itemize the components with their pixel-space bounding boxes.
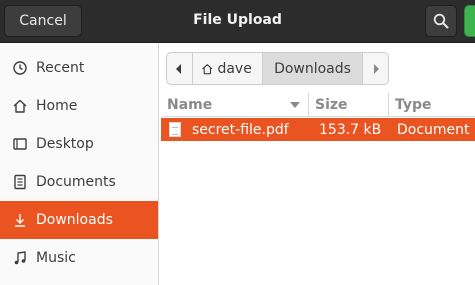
sidebar-item-label: Documents bbox=[36, 174, 116, 190]
breadcrumb-home[interactable]: dave bbox=[193, 53, 263, 84]
sidebar: Recent Home Desktop Documents Downloads … bbox=[0, 43, 159, 285]
sidebar-item-label: Music bbox=[36, 250, 76, 266]
dialog-title: File Upload bbox=[193, 12, 282, 28]
file-type: Document bbox=[397, 121, 470, 138]
download-icon bbox=[12, 212, 28, 228]
clock-icon bbox=[12, 60, 28, 76]
path-forward-button[interactable] bbox=[362, 53, 388, 84]
path-back-button[interactable] bbox=[167, 53, 193, 84]
column-label: Name bbox=[167, 97, 213, 113]
desktop-icon bbox=[12, 136, 28, 152]
sort-descending-icon bbox=[290, 102, 300, 108]
breadcrumb-label: Downloads bbox=[274, 60, 351, 77]
file-list-header: Name Size Type bbox=[161, 93, 475, 117]
chevron-left-icon bbox=[176, 63, 182, 74]
sidebar-item-home[interactable]: Home bbox=[0, 87, 158, 125]
search-icon bbox=[433, 13, 449, 29]
column-header-size[interactable]: Size bbox=[309, 93, 389, 117]
path-bar: dave Downloads bbox=[166, 52, 389, 85]
header-bar: Cancel File Upload bbox=[0, 0, 475, 43]
sidebar-item-label: Home bbox=[36, 98, 78, 114]
sidebar-item-label: Desktop bbox=[36, 136, 94, 152]
sidebar-item-label: Downloads bbox=[36, 212, 113, 228]
file-name-cell: secret-file.pdf bbox=[169, 118, 309, 141]
document-icon bbox=[12, 174, 28, 190]
breadcrumb-downloads[interactable]: Downloads bbox=[262, 53, 363, 84]
breadcrumb-label: dave bbox=[217, 60, 252, 77]
sidebar-item-documents[interactable]: Documents bbox=[0, 163, 158, 201]
home-icon bbox=[12, 98, 28, 114]
sidebar-item-recent[interactable]: Recent bbox=[0, 49, 158, 87]
sidebar-item-music[interactable]: Music bbox=[0, 239, 158, 277]
home-icon bbox=[202, 63, 213, 74]
file-name: secret-file.pdf bbox=[192, 121, 289, 138]
sidebar-item-label: Recent bbox=[36, 60, 85, 76]
chevron-right-icon bbox=[373, 63, 379, 74]
pdf-file-icon bbox=[169, 122, 181, 137]
column-label: Size bbox=[315, 97, 348, 113]
search-button[interactable] bbox=[425, 5, 457, 37]
music-icon bbox=[12, 250, 28, 266]
column-header-name[interactable]: Name bbox=[161, 93, 309, 117]
column-label: Type bbox=[395, 97, 432, 113]
open-button[interactable] bbox=[464, 5, 475, 37]
file-size: 153.7 kB bbox=[319, 121, 382, 138]
sidebar-item-downloads[interactable]: Downloads bbox=[0, 201, 158, 239]
file-row[interactable]: secret-file.pdf 153.7 kB Document bbox=[161, 118, 475, 141]
column-header-type[interactable]: Type bbox=[389, 93, 475, 117]
sidebar-item-desktop[interactable]: Desktop bbox=[0, 125, 158, 163]
